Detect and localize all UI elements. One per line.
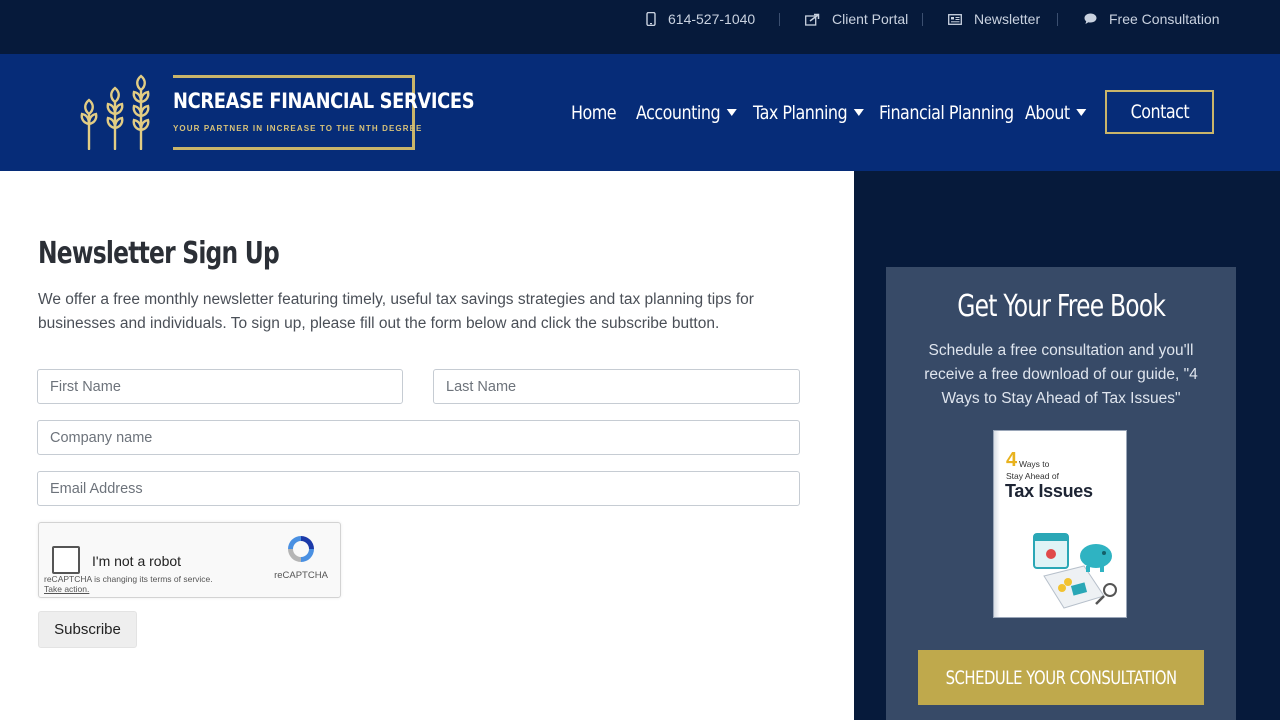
- free-book-title-text: Get Your Free Book: [957, 289, 1166, 324]
- mobile-phone-icon: [646, 12, 656, 26]
- nav-accounting-label: Accounting: [636, 101, 721, 124]
- contact-label: Contact: [1130, 101, 1189, 123]
- free-book-card: Get Your Free Book Schedule a free consu…: [886, 267, 1236, 720]
- nav-financial-planning[interactable]: Financial Planning: [879, 54, 1014, 171]
- free-consultation-link[interactable]: Free Consultation: [1084, 0, 1220, 38]
- free-book-text: Schedule a free consultation and you'll …: [924, 342, 1198, 407]
- newsletter-label: Newsletter: [974, 11, 1041, 27]
- client-portal-label: Client Portal: [832, 11, 909, 27]
- contact-button[interactable]: Contact: [1105, 90, 1214, 134]
- book-number: 4: [1006, 449, 1018, 471]
- nav-tax-planning[interactable]: Tax Planning: [753, 54, 864, 171]
- nav-about-label: About: [1025, 101, 1070, 124]
- nav-financial-planning-label: Financial Planning: [879, 101, 1014, 124]
- client-portal-link[interactable]: Client Portal: [805, 0, 908, 38]
- free-book-title: Get Your Free Book: [886, 289, 1236, 324]
- chevron-down-icon: [726, 109, 737, 116]
- last-name-input[interactable]: [433, 369, 800, 404]
- logo-tagline: YOUR PARTNER IN INCREASE TO THE NTH DEGR…: [173, 124, 423, 133]
- free-consultation-label: Free Consultation: [1109, 11, 1220, 27]
- newspaper-icon: [948, 13, 962, 25]
- subscribe-label: Subscribe: [54, 621, 121, 638]
- newsletter-link[interactable]: Newsletter: [948, 0, 1040, 38]
- recaptcha-label: I'm not a robot: [92, 553, 182, 569]
- top-bar: 614-527-1040 Client Portal Newsletter Fr…: [0, 0, 1280, 54]
- logo-title: NCREASE FINANCIAL SERVICES: [173, 89, 475, 113]
- subscribe-button[interactable]: Subscribe: [38, 611, 137, 648]
- nav-home[interactable]: Home: [571, 54, 617, 171]
- recaptcha-checkbox[interactable]: [52, 546, 80, 574]
- share-icon: [805, 13, 820, 26]
- intro-text: We offer a free monthly newsletter featu…: [38, 291, 754, 332]
- email-input[interactable]: [37, 471, 800, 506]
- nav-home-label: Home: [571, 101, 617, 124]
- page-title: Newsletter Sign Up: [38, 236, 280, 271]
- book-cover-image[interactable]: 4 Ways to Stay Ahead of Tax Issues: [993, 430, 1127, 618]
- schedule-consultation-button[interactable]: SCHEDULE YOUR CONSULTATION: [918, 650, 1204, 705]
- wheat-logo-icon[interactable]: [78, 74, 154, 150]
- book-line-2: Stay Ahead of: [1006, 471, 1059, 481]
- phone-link[interactable]: 614-527-1040: [646, 0, 755, 38]
- book-line-3: Tax Issues: [1005, 481, 1093, 501]
- company-name-input[interactable]: [37, 420, 800, 455]
- chat-bubble-icon: [1084, 13, 1097, 24]
- calendar-piggy-bank-illustration: [1033, 533, 1117, 609]
- recaptcha-widget: I'm not a robot reCAPTCHA is changing it…: [38, 522, 341, 598]
- phone-number: 614-527-1040: [668, 11, 756, 27]
- divider: [779, 13, 780, 26]
- recaptcha-brand: reCAPTCHA: [274, 570, 328, 581]
- recaptcha-take-action-link[interactable]: Take action.: [44, 584, 89, 594]
- nav-tax-planning-label: Tax Planning: [753, 101, 848, 124]
- chevron-down-icon: [1076, 109, 1087, 116]
- recaptcha-note: reCAPTCHA is changing its terms of servi…: [44, 574, 213, 584]
- recaptcha-icon: [288, 536, 314, 562]
- schedule-consultation-label: SCHEDULE YOUR CONSULTATION: [945, 666, 1177, 689]
- logo[interactable]: NCREASE FINANCIAL SERVICES YOUR PARTNER …: [173, 75, 475, 150]
- divider: [1057, 13, 1058, 26]
- nav-about[interactable]: About: [1025, 54, 1087, 171]
- chevron-down-icon: [853, 109, 864, 116]
- nav-accounting[interactable]: Accounting: [636, 54, 737, 171]
- divider: [922, 13, 923, 26]
- first-name-input[interactable]: [37, 369, 403, 404]
- book-spine: [994, 431, 1000, 617]
- book-line-1: Ways to: [1019, 459, 1050, 469]
